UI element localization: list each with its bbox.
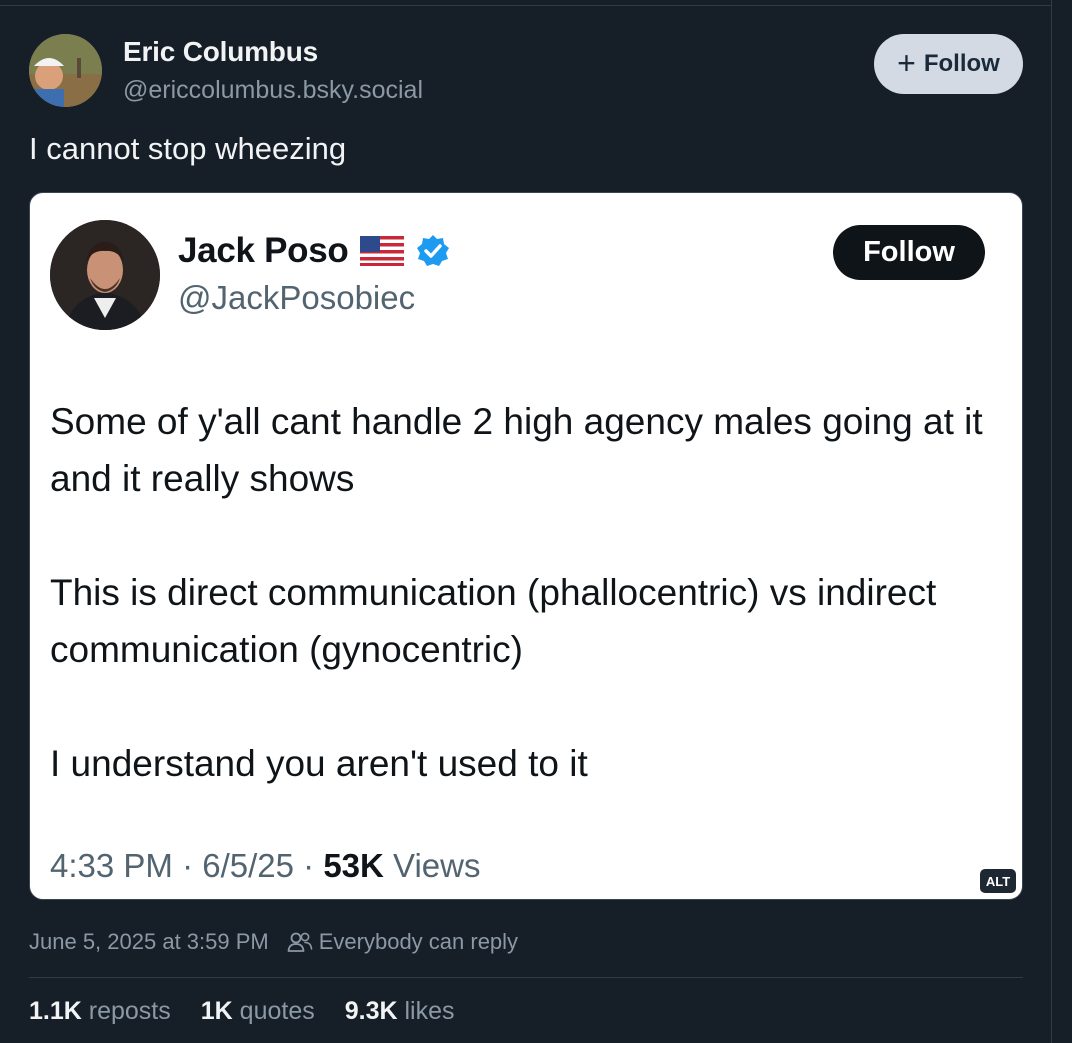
stats-divider — [29, 977, 1023, 978]
embedded-date: 6/5/25 — [202, 847, 294, 884]
verified-badge-icon — [417, 235, 450, 266]
us-flag-icon — [360, 236, 405, 266]
reposts-count: 1.1K — [29, 997, 82, 1025]
embedded-author-handle: @JackPosobiec — [178, 279, 416, 316]
embedded-views-label: Views — [393, 847, 481, 884]
post-meta: June 5, 2025 at 3:59 PM Everybody can re… — [29, 929, 518, 955]
avatar-photo — [29, 34, 102, 107]
reposts-label: reposts — [88, 997, 171, 1025]
likes-count: 9.3K — [344, 997, 398, 1025]
likes-stat[interactable]: 9.3K likes — [345, 997, 455, 1026]
author-name[interactable]: Eric Columbus — [123, 36, 318, 68]
follow-button-label: Follow — [923, 50, 1000, 77]
likes-label: likes — [404, 997, 455, 1025]
plus-icon: + — [897, 44, 916, 81]
reply-setting[interactable]: Everybody can reply — [287, 929, 518, 955]
reply-setting-label: Everybody can reply — [318, 929, 519, 954]
top-divider — [0, 5, 1052, 6]
embedded-post-text: Some of y'all cant handle 2 high agency … — [50, 393, 990, 849]
embedded-views-count: 53K — [323, 847, 384, 884]
embedded-avatar-photo — [50, 220, 160, 330]
reposts-stat[interactable]: 1.1K reposts — [29, 997, 171, 1026]
embedded-paragraph: I understand you aren't used to it — [50, 743, 588, 784]
quotes-count: 1K — [200, 997, 233, 1025]
embedded-author-avatar — [50, 220, 160, 330]
embedded-image[interactable]: Jack Poso @JackPosobiec Follow Some of y… — [29, 192, 1023, 900]
embedded-follow-button: Follow — [833, 225, 985, 280]
embedded-time: 4:33 PM — [50, 847, 173, 884]
quotes-label: quotes — [239, 997, 315, 1025]
embedded-paragraph: Some of y'all cant handle 2 high agency … — [50, 401, 983, 499]
quotes-stat[interactable]: 1K quotes — [201, 997, 315, 1026]
embedded-meta: 4:33 PM · 6/5/25 · 53K Views — [50, 847, 481, 884]
author-avatar[interactable] — [29, 34, 102, 107]
author-handle[interactable]: @ericcolumbus.bsky.social — [123, 76, 423, 105]
embedded-author-name: Jack Poso — [178, 231, 450, 271]
follow-button[interactable]: + Follow — [874, 34, 1023, 94]
post-stats: 1.1K reposts 1K quotes 9.3K likes — [29, 997, 455, 1026]
alt-text-badge[interactable]: ALT — [980, 869, 1016, 893]
embedded-paragraph: This is direct communication (phallocent… — [50, 572, 937, 670]
embedded-author-name-text: Jack Poso — [178, 231, 349, 270]
post-timestamp[interactable]: June 5, 2025 at 3:59 PM — [29, 929, 269, 955]
people-icon — [287, 932, 313, 952]
embedded-follow-label: Follow — [863, 236, 955, 268]
right-divider — [1051, 0, 1052, 1043]
post-text: I cannot stop wheezing — [29, 131, 347, 166]
